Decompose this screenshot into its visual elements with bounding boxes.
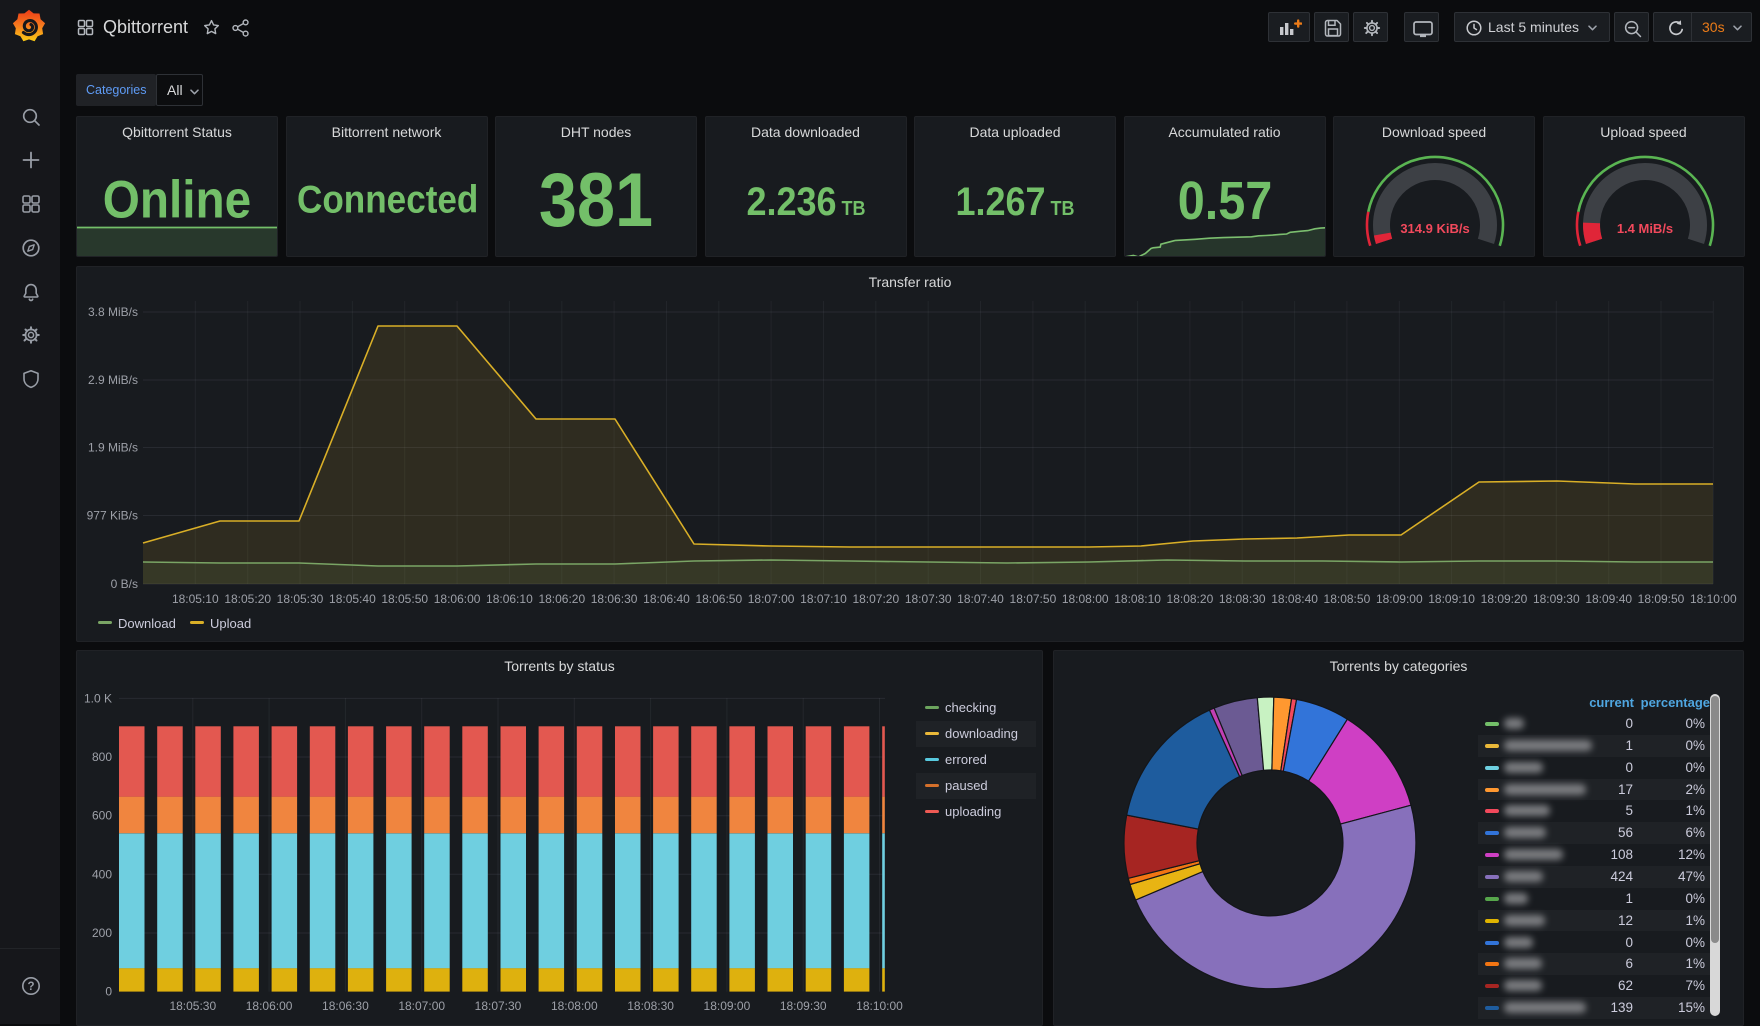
svg-text:18:05:20: 18:05:20 <box>224 592 271 606</box>
svg-text:18:06:40: 18:06:40 <box>643 592 690 606</box>
svg-text:18:06:20: 18:06:20 <box>538 592 585 606</box>
svg-text:Download: Download <box>118 616 176 631</box>
svg-text:18:07:50: 18:07:50 <box>1010 592 1057 606</box>
svg-text:18:05:30: 18:05:30 <box>277 592 324 606</box>
svg-text:2.9 MiB/s: 2.9 MiB/s <box>88 373 138 387</box>
svg-text:18:07:40: 18:07:40 <box>957 592 1004 606</box>
svg-text:18:08:50: 18:08:50 <box>1324 592 1371 606</box>
svg-text:3.8 MiB/s: 3.8 MiB/s <box>88 305 138 319</box>
svg-text:18:08:10: 18:08:10 <box>1114 592 1161 606</box>
svg-text:18:10:00: 18:10:00 <box>1690 592 1737 606</box>
svg-text:1.4 MiB/s: 1.4 MiB/s <box>1616 221 1672 236</box>
svg-text:18:07:00: 18:07:00 <box>748 592 795 606</box>
svg-text:314.9 KiB/s: 314.9 KiB/s <box>1400 221 1469 236</box>
svg-text:paused: paused <box>945 778 988 793</box>
svg-text:uploading: uploading <box>945 804 1001 819</box>
svg-text:18:09:20: 18:09:20 <box>1481 592 1528 606</box>
svg-text:0: 0 <box>105 985 112 999</box>
svg-text:18:08:30: 18:08:30 <box>627 999 674 1013</box>
svg-text:Upload: Upload <box>210 616 251 631</box>
svg-text:18:08:20: 18:08:20 <box>1167 592 1214 606</box>
svg-text:18:08:40: 18:08:40 <box>1271 592 1318 606</box>
svg-text:1.9 MiB/s: 1.9 MiB/s <box>88 441 138 455</box>
svg-text:18:07:10: 18:07:10 <box>800 592 847 606</box>
svg-text:18:05:30: 18:05:30 <box>169 999 216 1013</box>
svg-text:18:09:30: 18:09:30 <box>780 999 827 1013</box>
svg-text:?: ? <box>27 981 34 993</box>
svg-text:18:05:10: 18:05:10 <box>172 592 219 606</box>
svg-text:0 B/s: 0 B/s <box>111 577 138 591</box>
svg-text:18:10:00: 18:10:00 <box>856 999 903 1013</box>
svg-text:checking: checking <box>945 700 996 715</box>
svg-text:1.0 K: 1.0 K <box>84 691 112 705</box>
svg-text:18:09:30: 18:09:30 <box>1533 592 1580 606</box>
svg-text:18:06:10: 18:06:10 <box>486 592 533 606</box>
svg-text:18:07:00: 18:07:00 <box>398 999 445 1013</box>
svg-text:600: 600 <box>92 809 112 823</box>
svg-text:18:08:00: 18:08:00 <box>1062 592 1109 606</box>
svg-text:18:06:50: 18:06:50 <box>695 592 742 606</box>
svg-text:18:06:00: 18:06:00 <box>246 999 293 1013</box>
svg-text:18:07:20: 18:07:20 <box>852 592 899 606</box>
svg-text:18:06:00: 18:06:00 <box>434 592 481 606</box>
svg-text:18:09:40: 18:09:40 <box>1585 592 1632 606</box>
svg-text:977 KiB/s: 977 KiB/s <box>87 509 138 523</box>
svg-text:downloading: downloading <box>945 726 1018 741</box>
svg-text:18:05:40: 18:05:40 <box>329 592 376 606</box>
svg-text:18:06:30: 18:06:30 <box>591 592 638 606</box>
svg-text:18:06:30: 18:06:30 <box>322 999 369 1013</box>
svg-text:18:09:00: 18:09:00 <box>1376 592 1423 606</box>
svg-text:18:08:00: 18:08:00 <box>551 999 598 1013</box>
svg-text:18:09:50: 18:09:50 <box>1638 592 1685 606</box>
svg-text:errored: errored <box>945 752 987 767</box>
svg-text:400: 400 <box>92 867 112 881</box>
svg-text:18:07:30: 18:07:30 <box>475 999 522 1013</box>
svg-text:18:07:30: 18:07:30 <box>905 592 952 606</box>
svg-text:18:09:00: 18:09:00 <box>704 999 751 1013</box>
svg-text:18:08:30: 18:08:30 <box>1219 592 1266 606</box>
svg-text:18:05:50: 18:05:50 <box>381 592 428 606</box>
svg-text:200: 200 <box>92 926 112 940</box>
svg-text:800: 800 <box>92 750 112 764</box>
svg-text:18:09:10: 18:09:10 <box>1428 592 1475 606</box>
